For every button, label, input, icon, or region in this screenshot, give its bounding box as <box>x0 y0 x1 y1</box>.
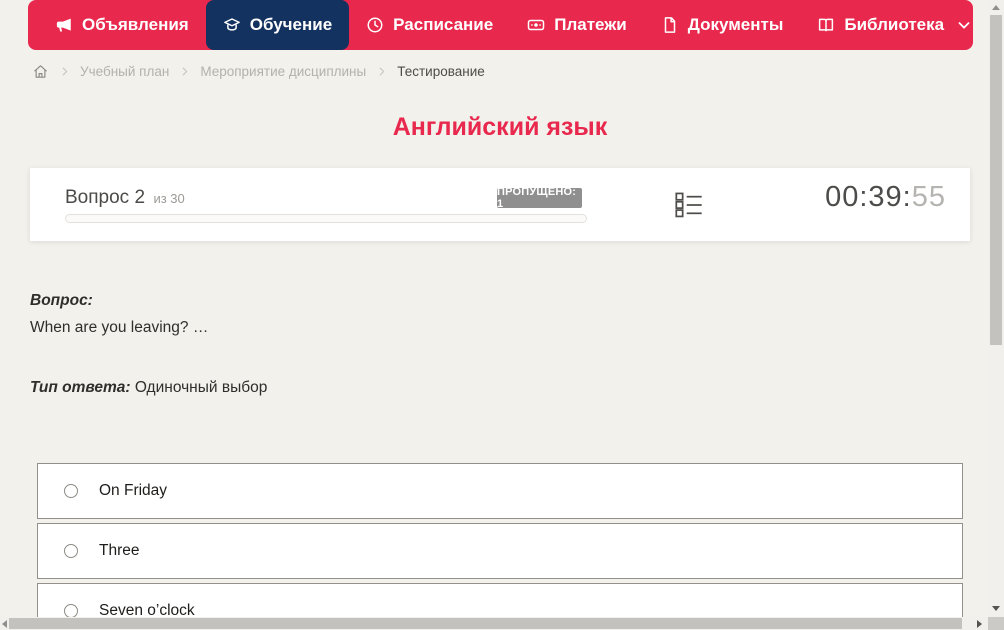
nav-item-library[interactable]: Библиотека <box>800 0 990 50</box>
vertical-scrollbar-thumb[interactable] <box>990 15 1002 345</box>
question-text: When are you leaving? … <box>30 319 209 336</box>
nav-item-documents[interactable]: Документы <box>644 0 801 50</box>
radio-icon[interactable] <box>64 484 78 498</box>
nav-item-label: Расписание <box>393 15 494 34</box>
breadcrumb: Учебный план Мероприятие дисциплины Тест… <box>32 63 485 80</box>
page: Объявления Обучение Расписание Платежи Д… <box>0 0 1004 630</box>
question-total: из 30 <box>153 191 185 206</box>
progress-bar <box>65 214 587 223</box>
horizontal-scrollbar[interactable] <box>0 617 988 630</box>
question-label: Вопрос: <box>30 292 93 309</box>
scroll-up-arrow-icon[interactable] <box>992 5 1000 10</box>
scroll-left-arrow-icon[interactable] <box>2 620 7 628</box>
answer-type-row: Тип ответа: Одиночный выбор <box>30 379 965 397</box>
chevron-down-icon <box>955 16 973 34</box>
nav-item-label: Объявления <box>82 15 189 34</box>
breadcrumb-item-curriculum[interactable]: Учебный план <box>80 64 169 79</box>
nav-item-label: Обучение <box>249 15 333 34</box>
main-navigation: Объявления Обучение Расписание Платежи Д… <box>28 0 973 50</box>
radio-icon[interactable] <box>64 544 78 558</box>
document-icon <box>661 16 679 34</box>
book-icon <box>817 16 835 34</box>
scrollbar-corner <box>988 617 1004 630</box>
horizontal-scrollbar-thumb[interactable] <box>9 618 962 629</box>
question-body: Вопрос: When are you leaving? … Тип отве… <box>30 292 965 397</box>
question-number: Вопрос 2 <box>65 187 146 208</box>
nav-item-learning[interactable]: Обучение <box>205 0 350 50</box>
answer-option[interactable]: On Friday <box>37 463 963 519</box>
radio-icon[interactable] <box>64 604 78 618</box>
banknote-icon <box>527 16 545 34</box>
nav-item-label: Платежи <box>554 15 627 34</box>
question-list-icon[interactable] <box>674 190 704 225</box>
answer-type-value: Одиночный выбор <box>134 379 268 396</box>
skipped-badge: ПРОПУЩЕНО: 1 <box>497 186 582 210</box>
nav-item-payments[interactable]: Платежи <box>510 0 644 50</box>
home-icon[interactable] <box>32 63 49 80</box>
breadcrumb-item-testing: Тестирование <box>397 64 485 79</box>
scroll-down-arrow-icon[interactable] <box>992 606 1000 611</box>
timer-seconds: 55 <box>911 181 946 213</box>
nav-item-label: Библиотека <box>844 15 945 34</box>
nav-item-schedule[interactable]: Расписание <box>349 0 510 50</box>
graduation-cap-icon <box>223 16 241 34</box>
nav-item-announcements[interactable]: Объявления <box>38 0 206 50</box>
megaphone-icon <box>55 16 73 34</box>
timer-main: 00:39: <box>825 181 912 213</box>
chevron-right-icon <box>178 65 191 78</box>
scroll-right-arrow-icon[interactable] <box>977 620 982 628</box>
breadcrumb-item-discipline-event[interactable]: Мероприятие дисциплины <box>200 64 366 79</box>
chevron-right-icon <box>58 65 71 78</box>
chevron-right-icon <box>375 65 388 78</box>
vertical-scrollbar[interactable] <box>988 0 1004 630</box>
question-panel: Вопрос 2 из 30 ПРОПУЩЕНО: 1 00:39:55 <box>30 168 970 241</box>
clock-icon <box>366 16 384 34</box>
answer-type-label: Тип ответа: <box>30 379 131 396</box>
answer-option[interactable]: Three <box>37 523 963 579</box>
option-label: On Friday <box>99 482 168 499</box>
page-title: Английский язык <box>392 113 608 141</box>
question-counter: Вопрос 2 из 30 <box>65 187 185 209</box>
option-label: Three <box>99 542 140 559</box>
nav-item-label: Документы <box>687 15 784 34</box>
timer: 00:39:55 <box>825 181 946 214</box>
